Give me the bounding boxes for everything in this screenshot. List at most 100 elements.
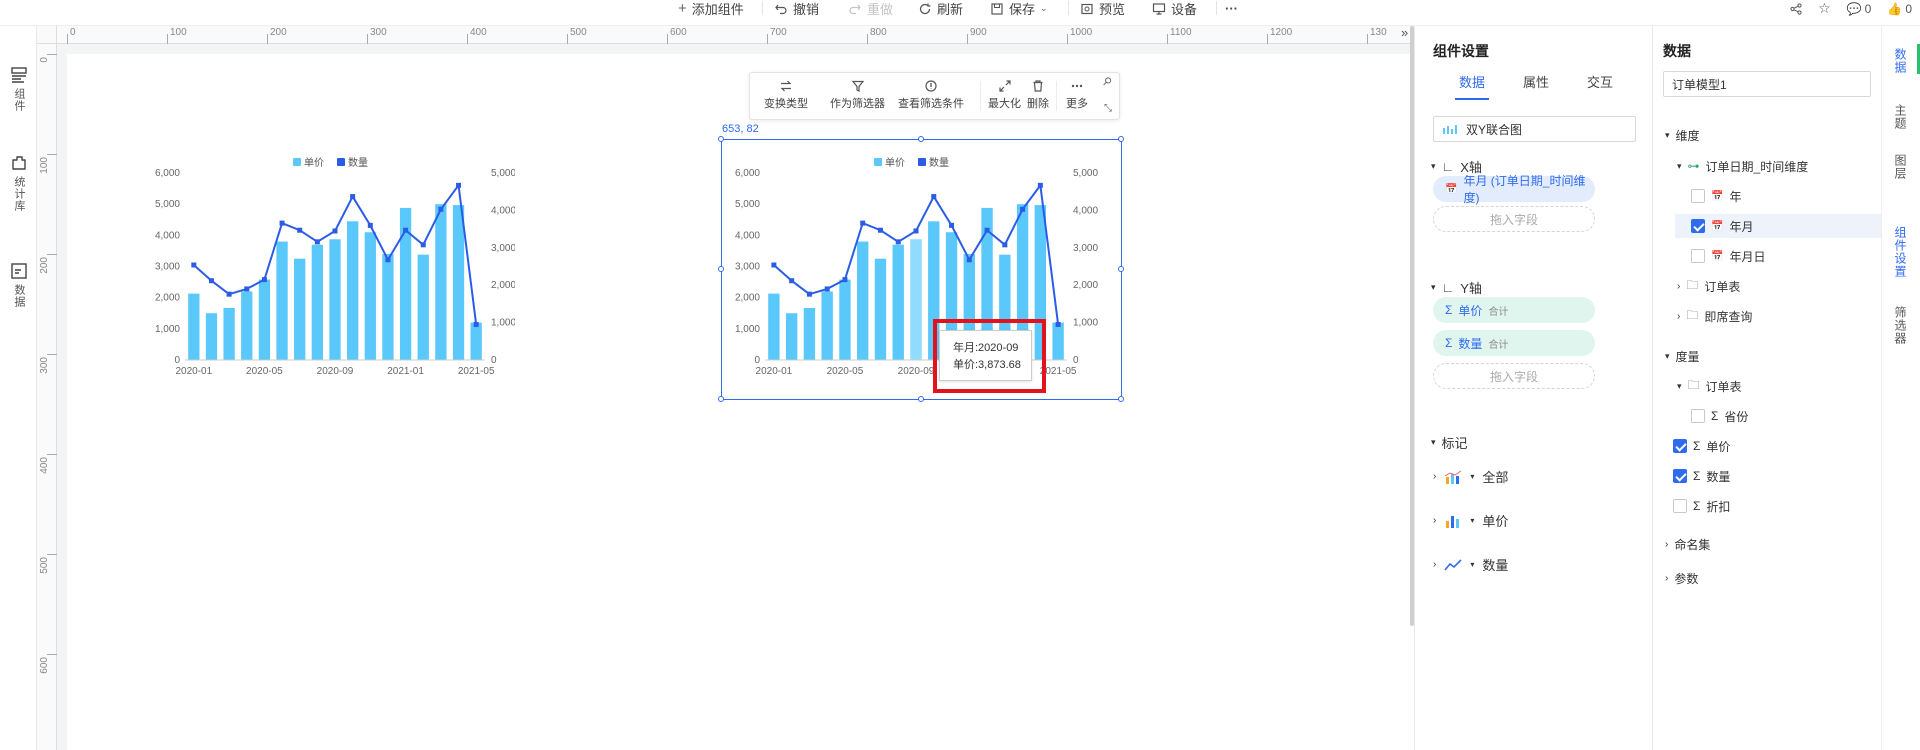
marks-section[interactable]: ▾ 标记 — [1431, 433, 1468, 452]
maximize-button[interactable]: 最大化 — [988, 79, 1021, 111]
share-icon[interactable] — [1790, 2, 1802, 15]
like-button[interactable]: 👍 0 — [1887, 2, 1912, 16]
measure-folder-orders[interactable]: ▾ 🗀 订单表 — [1677, 374, 1742, 398]
x-drop-zone[interactable]: 拖入字段 — [1433, 206, 1595, 232]
ruler-label: 300 — [370, 27, 387, 38]
resize-handle[interactable] — [1118, 396, 1124, 402]
more-menu-button[interactable]: ··· — [1225, 0, 1238, 17]
y-left-tick-label: 5,000 — [155, 199, 180, 210]
resize-handle[interactable] — [718, 396, 724, 402]
refresh-icon — [919, 3, 931, 14]
delete-button[interactable]: 删除 — [1027, 79, 1049, 111]
use-as-filter-button[interactable]: 作为筛选器 — [830, 79, 885, 111]
ruler-label: 0 — [70, 27, 76, 38]
save-button[interactable]: 保存 ⌄ — [990, 0, 1048, 17]
measure-section[interactable]: ▾ 度量 — [1665, 344, 1700, 368]
ruler-label: 1000 — [1070, 27, 1093, 38]
checkbox[interactable] — [1673, 499, 1687, 513]
undo-button[interactable]: 撤销 — [774, 0, 819, 17]
ruler-tick — [867, 34, 868, 44]
left-sidebar: 组件 统计库 数据 — [0, 26, 37, 750]
date-field-icon: 📅 — [1711, 190, 1724, 202]
model-select[interactable]: 订单模型1 — [1663, 71, 1871, 97]
tab-properties[interactable]: 属性 — [1523, 72, 1549, 91]
time-item-year[interactable]: 📅 年 — [1691, 184, 1741, 208]
dimension-section[interactable]: ▾ 维度 — [1665, 123, 1700, 147]
checkbox[interactable] — [1691, 189, 1705, 203]
sidebar-tab-layers[interactable]: 图层 — [1892, 154, 1909, 180]
folder-orders[interactable]: › 🗀 订单表 — [1677, 274, 1740, 298]
sidebar-item-data[interactable]: 数据 — [8, 262, 30, 308]
point-quantity — [314, 239, 320, 245]
resize-handle[interactable] — [918, 136, 924, 142]
y-drop-zone[interactable]: 拖入字段 — [1433, 363, 1595, 389]
tab-interaction[interactable]: 交互 — [1587, 72, 1613, 91]
mark-row-quantity[interactable]: › ▾ 数量 — [1433, 555, 1508, 574]
ruler-tick — [1367, 34, 1368, 44]
dual-axis-chart-1[interactable]: 单价 数量 0 1,000 2,000 3,000 4,000 5,000 6,000 0 1,00… — [135, 138, 515, 388]
more-button[interactable]: 更多 — [1066, 79, 1088, 111]
measure-price[interactable]: Σ 单价 — [1673, 434, 1730, 458]
star-icon[interactable]: ☆ — [1818, 0, 1831, 17]
add-component-button[interactable]: + 添加组件 — [678, 0, 744, 17]
folder-adhoc-query[interactable]: › 🗀 即席查询 — [1677, 304, 1752, 328]
checkbox[interactable] — [1691, 409, 1705, 423]
resize-handle[interactable] — [1118, 266, 1124, 272]
sidebar-item-stats-library[interactable]: 统计库 — [8, 154, 30, 212]
chart-floating-toolbar: 变换类型 作为筛选器 查看筛选条件 最大化 删除 更多 ⚲ ⤡ — [749, 72, 1120, 120]
sigma-icon: Σ — [1711, 409, 1719, 423]
mark-row-price[interactable]: › ▾ 单价 — [1433, 511, 1508, 530]
checkbox-checked[interactable] — [1691, 219, 1705, 233]
device-button[interactable]: 设备 — [1152, 0, 1197, 17]
named-sets-section[interactable]: › 命名集 — [1665, 532, 1710, 556]
change-type-button[interactable]: 变换类型 — [764, 79, 808, 111]
chart-type-select[interactable]: 双Y联合图 — [1433, 116, 1636, 142]
mark-row-all[interactable]: › ▾ 全部 — [1433, 467, 1508, 486]
x-field-pill[interactable]: 📅 年月 (订单日期_时间维度) — [1433, 174, 1595, 205]
ruler-tick — [667, 34, 668, 44]
sidebar-tab-component-settings[interactable]: 组件设置 — [1892, 226, 1909, 278]
resize-handle[interactable] — [718, 136, 724, 142]
view-filter-conditions-button[interactable]: 查看筛选条件 — [898, 79, 964, 111]
date-field-icon: 📅 — [1711, 250, 1724, 262]
redo-button[interactable]: 重做 — [848, 0, 893, 17]
selection-coordinates: 653, 82 — [722, 123, 759, 135]
time-item-date[interactable]: 📅 年月日 — [1691, 244, 1765, 268]
resize-handle[interactable] — [718, 266, 724, 272]
preview-button[interactable]: 预览 — [1080, 0, 1125, 17]
y-field-pill-quantity[interactable]: Σ 数量 合计 — [1433, 330, 1595, 356]
y-axis-section[interactable]: ▾ ∟ Y轴 — [1431, 278, 1482, 297]
resize-handle[interactable] — [918, 396, 924, 402]
resize-handle[interactable] — [1118, 136, 1124, 142]
checkbox[interactable] — [1691, 249, 1705, 263]
pin-icon[interactable]: ⚲ — [1100, 74, 1115, 89]
ruler-tick — [567, 34, 568, 44]
time-dimension-node[interactable]: ▾ ⊶ 订单日期_时间维度 — [1677, 154, 1808, 178]
ruler-label: 900 — [970, 27, 987, 38]
measure-discount[interactable]: Σ 折扣 — [1673, 494, 1730, 518]
chart-selection-frame[interactable] — [718, 136, 1124, 402]
checkbox-checked[interactable] — [1673, 439, 1687, 453]
active-tab-indicator — [1455, 98, 1489, 100]
measure-quantity[interactable]: Σ 数量 — [1673, 464, 1730, 488]
parameters-section[interactable]: › 参数 — [1665, 566, 1698, 590]
sidebar-tab-theme[interactable]: 主题 — [1892, 104, 1909, 130]
sidebar-item-components[interactable]: 组件 — [8, 66, 30, 112]
refresh-button[interactable]: 刷新 — [918, 0, 963, 17]
y-field-pill-price[interactable]: Σ 单价 合计 — [1433, 297, 1595, 323]
chevron-down-icon: ▾ — [1431, 161, 1436, 171]
sigma-icon: Σ — [1693, 499, 1701, 513]
bar-price — [329, 239, 341, 360]
tab-data[interactable]: 数据 — [1459, 72, 1485, 91]
collapse-icon[interactable]: ⤡ — [1104, 103, 1112, 114]
measure-province[interactable]: Σ 省份 — [1691, 404, 1748, 428]
sidebar-tab-filters[interactable]: 筛选器 — [1892, 306, 1909, 345]
plus-icon: + — [678, 0, 687, 17]
comment-button[interactable]: 💬 0 — [1847, 2, 1872, 16]
chevron-down-icon: ▾ — [1677, 380, 1682, 391]
collapse-panel-icon[interactable]: » — [1401, 26, 1408, 40]
component-settings-panel: 组件设置 数据 属性 交互 双Y联合图 ▾ ∟ X轴 📅 年月 (订单日期_时间… — [1414, 26, 1653, 750]
sidebar-tab-data[interactable]: 数据 — [1892, 48, 1909, 74]
time-item-year-month[interactable]: 📅 年月 — [1675, 214, 1881, 238]
checkbox-checked[interactable] — [1673, 469, 1687, 483]
